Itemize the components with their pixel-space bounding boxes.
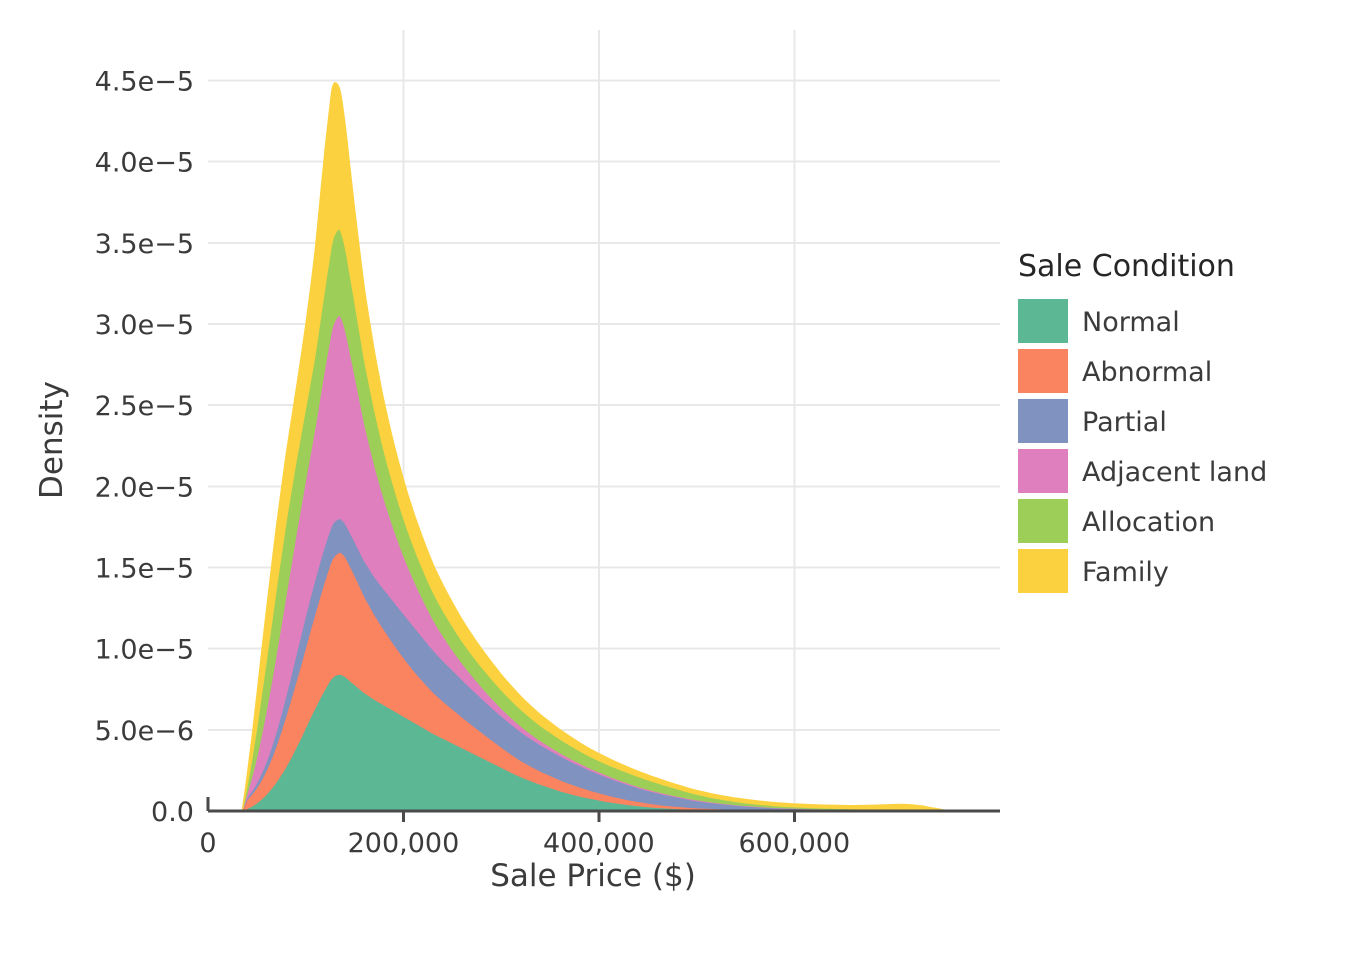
x-tick-label: 0 xyxy=(199,828,216,859)
y-tick-label: 2.0e−5 xyxy=(95,472,194,503)
legend-label: Partial xyxy=(1082,407,1167,438)
legend-swatch xyxy=(1018,349,1068,393)
legend-item-family[interactable]: Family xyxy=(1018,549,1169,593)
legend-item-adjacent-land[interactable]: Adjacent land xyxy=(1018,449,1267,493)
legend-label: Normal xyxy=(1082,307,1180,338)
x-tick-label: 200,000 xyxy=(348,828,460,859)
legend-swatch xyxy=(1018,549,1068,593)
legend-swatch xyxy=(1018,499,1068,543)
y-tick-label: 3.0e−5 xyxy=(95,310,194,341)
legend-swatch xyxy=(1018,399,1068,443)
chart-canvas: 0 200,000 400,000 600,000 0.0 5.0e−6 1.0e−5 1.… xyxy=(34,30,1267,894)
legend-item-partial[interactable]: Partial xyxy=(1018,399,1167,443)
y-tick-label: 0.0 xyxy=(151,797,194,828)
y-tick-label: 2.5e−5 xyxy=(95,391,194,422)
y-tick-label: 4.0e−5 xyxy=(95,148,194,179)
y-axis-title: Density xyxy=(34,381,70,499)
x-tick-label: 400,000 xyxy=(543,828,655,859)
legend-item-normal[interactable]: Normal xyxy=(1018,299,1180,343)
legend-label: Adjacent land xyxy=(1082,457,1267,488)
y-tick-label: 1.0e−5 xyxy=(95,635,194,666)
y-axis-tick-labels: 0.0 5.0e−6 1.0e−5 1.5e−5 2.0e−5 2.5e−5 3.0e−5 3… xyxy=(95,67,194,828)
x-axis-title: Sale Price ($) xyxy=(490,858,696,894)
y-tick-label: 4.5e−5 xyxy=(95,67,194,98)
stacked-density-areas xyxy=(240,82,947,813)
legend-label: Abnormal xyxy=(1082,357,1212,388)
y-tick-label: 1.5e−5 xyxy=(95,554,194,585)
legend-title: Sale Condition xyxy=(1018,249,1235,284)
legend-item-abnormal[interactable]: Abnormal xyxy=(1018,349,1212,393)
legend-item-allocation[interactable]: Allocation xyxy=(1018,499,1215,543)
x-tick-label: 600,000 xyxy=(739,828,851,859)
legend-label: Family xyxy=(1082,557,1169,588)
density-chart-figure: 0 200,000 400,000 600,000 0.0 5.0e−6 1.0e−5 1.… xyxy=(0,0,1354,954)
legend-swatch xyxy=(1018,449,1068,493)
legend-entries: Normal Abnormal Partial Adjacent land Alloca… xyxy=(1018,299,1267,593)
y-tick-label: 5.0e−6 xyxy=(95,716,194,747)
y-tick-label: 3.5e−5 xyxy=(95,229,194,260)
x-axis-tick-labels: 0 200,000 400,000 600,000 xyxy=(199,828,850,859)
legend-swatch xyxy=(1018,299,1068,343)
legend-label: Allocation xyxy=(1082,507,1215,538)
